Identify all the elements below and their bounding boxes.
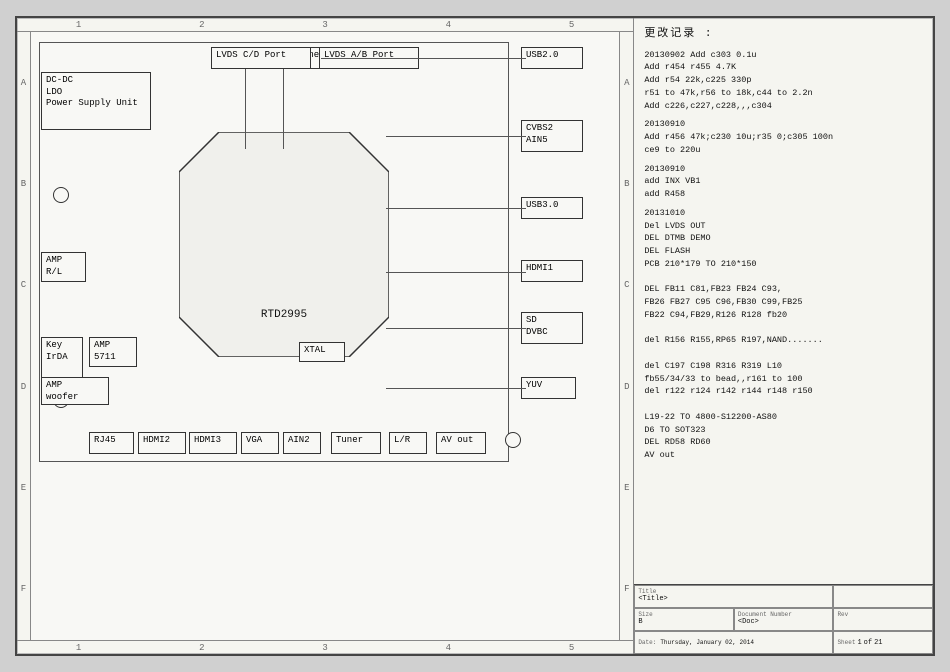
title-cell-sheet: Sheet 1 of 21 [833, 631, 933, 654]
ruler-right: ABCDEF [619, 32, 633, 640]
title-block: Title <Title> Size B Document Number <Do… [634, 584, 933, 654]
conn-line-sddvbc [386, 328, 526, 329]
dc-dc-block: DC-DC LDO Power Supply Unit [41, 72, 151, 130]
xtal-block: XTAL [299, 342, 345, 362]
usb20-block: USB2.0 [521, 47, 583, 69]
hdmi1-block: HDMI1 [521, 260, 583, 282]
conn-line-yuv [386, 388, 526, 389]
ruler-left: ABCDEF [17, 32, 31, 640]
conn-line-usb20 [321, 58, 526, 59]
hdmi2-block: HDMI2 [138, 432, 186, 454]
amp-woofer-block: AMP woofer [41, 377, 109, 405]
ain2-block: AIN2 [283, 432, 321, 454]
title-cell-rev: Rev [833, 608, 933, 631]
vga-block: VGA [241, 432, 279, 454]
changelog-entry-3: 20130910 add INX VB1 add R458 [644, 163, 923, 201]
conn-line-hdmi1 [386, 272, 526, 273]
schematic-area: 12345 12345 ABCDEF ABCDEF DC-DC LDO Powe… [17, 18, 634, 654]
title-cell-docnum: Document Number <Doc> [734, 608, 834, 631]
svg-text:RTD2995: RTD2995 [261, 309, 307, 321]
title-cell-title: Title <Title> [634, 585, 833, 608]
rtd2995-container: RTD2995 [179, 132, 389, 357]
amp-rl-block: AMP R/L [41, 252, 86, 282]
key-irda-block: Key IrDA [41, 337, 83, 379]
changelog-entry-2: 20130910 Add r456 47k;c230 10u;r35 0;c30… [644, 118, 923, 156]
title-cell-size: Size B [634, 608, 734, 631]
schematic-sheet: 12345 12345 ABCDEF ABCDEF DC-DC LDO Powe… [15, 16, 935, 656]
yuv-block: YUV [521, 377, 576, 399]
circle-br [505, 432, 521, 448]
hdmi3-block: HDMI3 [189, 432, 237, 454]
tuner-block: Tuner [331, 432, 381, 454]
usb30-block: USB3.0 [521, 197, 583, 219]
sd-dvbc-block: SD DVBC [521, 312, 583, 344]
title-cell-date: Date: Thursday, January 02, 2014 [634, 631, 833, 654]
lr-block: L/R [389, 432, 427, 454]
diagram-content: DC-DC LDO Power Supply Unit AMP R/L Key … [31, 32, 619, 640]
conn-line-cvbs2 [386, 136, 526, 137]
avout-block: AV out [436, 432, 486, 454]
lvds-cd-block: LVDS C/D Port [211, 47, 311, 69]
changelog-entry-1: 20130902 Add c303 0.1u Add r454 r455 4.7… [644, 49, 923, 113]
cvbs2-block: CVBS2 AIN5 [521, 120, 583, 152]
ruler-bottom: 12345 [17, 640, 633, 654]
changelog-area: 更改记录 : 20130902 Add c303 0.1u Add r454 r… [634, 18, 933, 584]
right-panel: 更改记录 : 20130902 Add c303 0.1u Add r454 r… [634, 18, 933, 654]
rtd2995-svg: RTD2995 [179, 132, 389, 357]
changelog-title: 更改记录 : [644, 26, 923, 43]
title-cell-empty1 [833, 585, 933, 608]
conn-v-ddr1 [245, 69, 246, 149]
conn-v-ddr2 [283, 69, 284, 149]
changelog-entry-4: 20131010 Del LVDS OUT DEL DTMB DEMO DEL … [644, 207, 923, 462]
circle-tl [53, 187, 69, 203]
conn-line-usb30 [386, 208, 526, 209]
rj45-block: RJ45 [89, 432, 134, 454]
ruler-top: 12345 [17, 18, 633, 32]
amp-5711-block: AMP 5711 [89, 337, 137, 367]
